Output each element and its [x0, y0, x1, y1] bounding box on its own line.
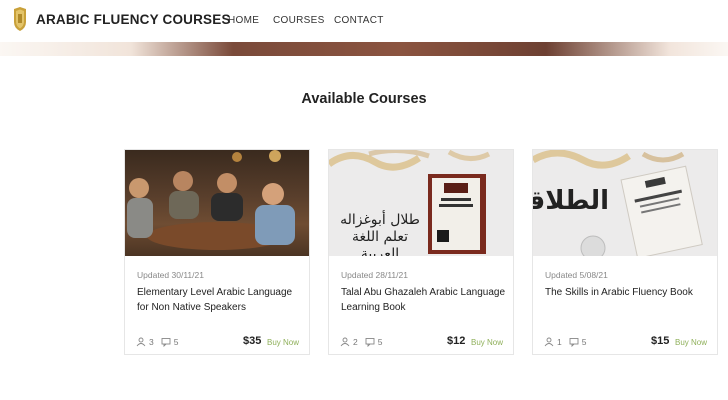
- course-price: $12: [447, 335, 466, 347]
- nav-courses[interactable]: COURSES: [273, 15, 325, 26]
- updated-date: Updated 30/11/21: [137, 270, 204, 280]
- book-cover-text: طلال أبوغزاله تعلم اللغة العربية: [340, 212, 420, 256]
- course-title[interactable]: Elementary Level Arabic Language for Non…: [137, 285, 302, 315]
- nav-contact[interactable]: CONTACT: [334, 15, 384, 26]
- hero-banner-strip: [0, 42, 728, 56]
- updated-date: Updated 28/11/21: [341, 270, 408, 280]
- course-title[interactable]: The Skills in Arabic Fluency Book: [545, 285, 710, 300]
- brand-name[interactable]: ARABIC FLUENCY COURSES: [36, 12, 231, 27]
- comments-icon: [161, 338, 171, 347]
- updated-date: Updated 5/08/21: [545, 270, 608, 280]
- course-meta: 1 5: [544, 337, 586, 347]
- comments-count: 5: [581, 337, 587, 347]
- course-price: $15: [651, 335, 670, 347]
- comments-count: 5: [377, 337, 383, 347]
- site-header: ARABIC FLUENCY COURSES HOME COURSES CONT…: [0, 0, 728, 42]
- course-image-book[interactable]: طلال أبوغزاله تعلم اللغة العربية: [329, 150, 513, 256]
- gold-crest-icon[interactable]: [12, 6, 28, 32]
- course-image-book[interactable]: الطلاقة: [533, 150, 717, 256]
- students-icon: [544, 337, 554, 347]
- students-count: 2: [353, 337, 358, 347]
- section-title: Available Courses: [301, 91, 427, 107]
- comments-icon: [569, 338, 579, 347]
- book-cover-text: الطلاقة: [533, 186, 609, 216]
- nav-home[interactable]: HOME: [228, 15, 259, 26]
- buy-now-link[interactable]: Buy Now: [471, 338, 503, 347]
- course-image-group-photo[interactable]: [125, 150, 309, 256]
- group-of-men-photo: [127, 150, 295, 250]
- course-card[interactable]: Updated 30/11/21 Elementary Level Arabic…: [124, 149, 310, 355]
- students-icon: [340, 337, 350, 347]
- buy-now-link[interactable]: Buy Now: [675, 338, 707, 347]
- course-card[interactable]: الطلاقة Updated 5/08/21 The Skills in Ar…: [532, 149, 718, 355]
- course-card[interactable]: طلال أبوغزاله تعلم اللغة العربية Updated…: [328, 149, 514, 355]
- course-title[interactable]: Talal Abu Ghazaleh Arabic Language Learn…: [341, 285, 506, 315]
- students-count: 1: [557, 337, 562, 347]
- students-icon: [136, 337, 146, 347]
- buy-now-link[interactable]: Buy Now: [267, 338, 299, 347]
- course-meta: 2 5: [340, 337, 382, 347]
- course-meta: 3 5: [136, 337, 178, 347]
- comments-count: 5: [173, 337, 179, 347]
- students-count: 3: [149, 337, 154, 347]
- comments-icon: [365, 338, 375, 347]
- course-price: $35: [243, 335, 262, 347]
